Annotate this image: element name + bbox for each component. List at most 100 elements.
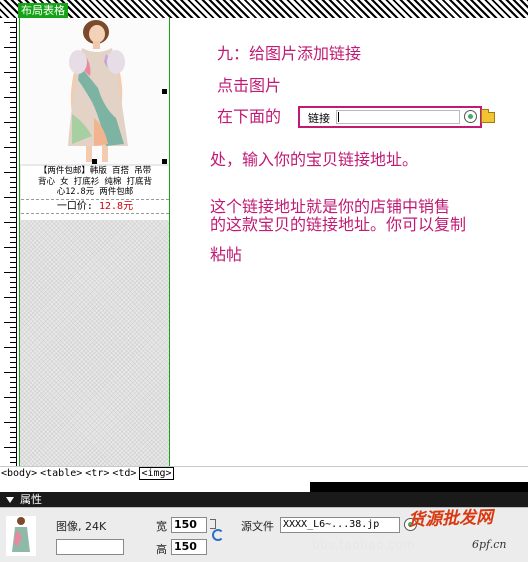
ruler-tick: [10, 442, 16, 443]
link-field-callout: 链接: [298, 106, 482, 128]
ruler-tick: [10, 102, 16, 103]
ruler-tick: [10, 237, 16, 238]
ruler-tick: [10, 52, 16, 53]
ruler-tick: [10, 377, 16, 378]
ruler-tick: [10, 287, 16, 288]
tag-img[interactable]: <img>: [139, 467, 174, 480]
tag-body[interactable]: <body>: [1, 467, 37, 481]
ruler-tick: [4, 397, 16, 398]
layout-table-cell[interactable]: 【两件包邮】韩版 百搭 吊带 背心 女 打底衫 纯棉 打底背 心12.8元 两件…: [19, 18, 170, 466]
ruler-tick: [10, 117, 16, 118]
product-image[interactable]: [20, 18, 169, 164]
product-desc-line1: 【两件包邮】韩版 百搭 吊带: [38, 166, 152, 176]
product-desc-line3: 心12.8元 两件包邮: [56, 187, 134, 197]
ruler-tick: [10, 182, 16, 183]
ruler-tick: [10, 142, 16, 143]
product-description: 【两件包邮】韩版 百搭 吊带 背心 女 打底衫 纯棉 打底背 心12.8元 两件…: [21, 166, 169, 220]
link-input[interactable]: [336, 110, 460, 124]
source-label: 源文件: [241, 520, 274, 533]
ruler-tick: [4, 447, 16, 448]
ruler-tick: [10, 167, 16, 168]
instruction-click-image: 点击图片: [217, 76, 282, 95]
instruction-note-line3: 粘帖: [210, 245, 243, 264]
resize-handle-right[interactable]: [162, 89, 167, 94]
watermark-forum: 6pf.cn: [472, 538, 507, 551]
collapse-triangle-icon[interactable]: [6, 497, 14, 503]
ruler-tick: [10, 332, 16, 333]
ruler-tick: [10, 227, 16, 228]
ruler-tick: [10, 37, 16, 38]
width-field[interactable]: 150: [171, 517, 207, 533]
ruler-tick: [4, 172, 16, 173]
ruler-tick: [10, 452, 16, 453]
tag-selector-bar: <body> <table> <tr> <td> <img>: [0, 466, 528, 482]
price-value: 12.8元: [98, 200, 134, 212]
ruler-tick: [10, 282, 16, 283]
ruler-tick: [10, 387, 16, 388]
width-label: 宽: [156, 520, 167, 533]
instruction-step-title: 九：给图片添加链接: [217, 44, 362, 63]
empty-cell-area: [20, 220, 169, 466]
instruction-note-line2: 的这款宝贝的链接地址。你可以复制: [210, 215, 467, 234]
ruler-tick: [10, 302, 16, 303]
price-line: 一口价: 12.8元: [21, 198, 169, 214]
ruler-tick: [10, 342, 16, 343]
resize-handle-bottom[interactable]: [92, 159, 97, 164]
ruler-tick: [4, 422, 16, 423]
point-to-file-icon[interactable]: [464, 110, 477, 123]
ruler-tick: [10, 382, 16, 383]
ruler-tick: [10, 157, 16, 158]
source-file-field[interactable]: XXXX_L6~...38.jp: [280, 517, 400, 533]
ruler-tick: [4, 72, 16, 73]
ruler-tick: [10, 437, 16, 438]
tag-table[interactable]: <table>: [40, 467, 82, 481]
ruler-tick: [10, 217, 16, 218]
ruler-tick: [4, 122, 16, 123]
tag-tr[interactable]: <tr>: [85, 467, 109, 481]
ruler-tick: [10, 137, 16, 138]
ruler-tick: [10, 192, 16, 193]
ruler-tick: [4, 347, 16, 348]
ruler-tick: [4, 222, 16, 223]
ruler-tick: [10, 357, 16, 358]
image-name-field[interactable]: [56, 539, 124, 555]
ruler-tick: [10, 367, 16, 368]
ruler-tick: [10, 77, 16, 78]
ruler-tick: [10, 402, 16, 403]
ruler-tick: [10, 212, 16, 213]
ruler-tick: [4, 197, 16, 198]
ruler-tick: [10, 177, 16, 178]
ruler-tick: [10, 132, 16, 133]
instruction-enter-link: 处，输入你的宝贝链接地址。: [210, 150, 419, 169]
height-label: 高: [156, 543, 167, 556]
thumbnail-icon: [12, 517, 30, 552]
ruler-tick: [10, 407, 16, 408]
dress-photo: [20, 18, 169, 164]
ruler-tick: [10, 317, 16, 318]
ruler-tick: [10, 152, 16, 153]
ruler-tick: [10, 187, 16, 188]
size-bracket-top: [210, 519, 216, 529]
ruler-tick: [10, 127, 16, 128]
ruler-tick: [10, 392, 16, 393]
ruler-tick: [10, 202, 16, 203]
layout-table-tab[interactable]: 布局表格: [18, 3, 68, 18]
reset-size-icon[interactable]: [212, 529, 224, 541]
vertical-ruler: [0, 18, 17, 468]
browse-folder-icon[interactable]: [481, 109, 495, 123]
ruler-tick: [10, 232, 16, 233]
ruler-tick: [10, 352, 16, 353]
ruler-tick: [10, 87, 16, 88]
ruler-tick: [4, 272, 16, 273]
ruler-tick: [10, 42, 16, 43]
ruler-tick: [10, 327, 16, 328]
ruler-tick: [10, 207, 16, 208]
ruler-tick: [10, 457, 16, 458]
height-field[interactable]: 150: [171, 539, 207, 555]
resize-handle-corner[interactable]: [162, 159, 167, 164]
ruler-tick: [10, 257, 16, 258]
image-info: 图像, 24K: [56, 520, 107, 533]
ruler-tick: [10, 57, 16, 58]
tag-td[interactable]: <td>: [112, 467, 136, 481]
instruction-note-line1: 这个链接地址就是你的店铺中销售: [210, 197, 451, 216]
